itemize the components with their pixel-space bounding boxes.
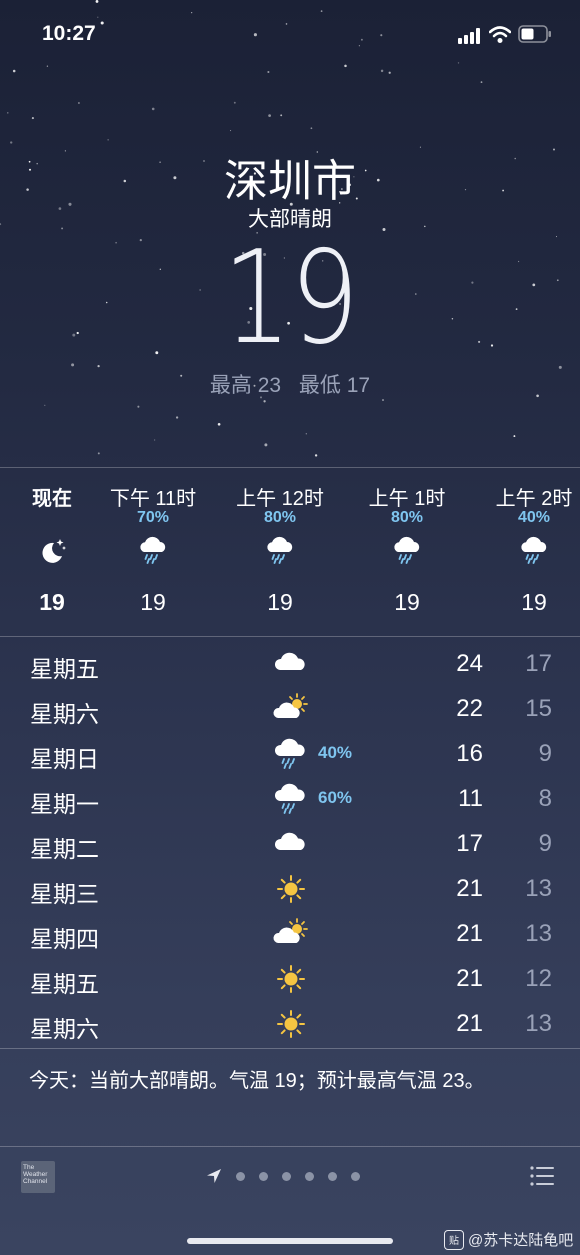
page-dot (259, 1171, 268, 1181)
page-dot (351, 1171, 360, 1181)
hour-precip: 80% (263, 509, 297, 526)
watermark-text: @苏卡达陆龟吧 (468, 1232, 574, 1249)
day-name: 星期六 (30, 1016, 99, 1042)
hour-temp: 19 (521, 589, 547, 615)
daily-row: 星期五 24 17 (0, 642, 580, 687)
today-summary: 今天：当前大部晴朗。气温 19；预计最高气温 23。 (29, 1070, 485, 1092)
watermark-badge: 贴 (444, 1229, 464, 1250)
day-high: 21 (456, 875, 483, 902)
daily-row: 星期四 21 13 (0, 912, 580, 957)
hour-precip: 40% (517, 509, 551, 526)
day-low: 17 (525, 650, 552, 677)
status-time: 10:27 (42, 22, 96, 45)
day-high: 21 (456, 965, 483, 992)
cloud-icon (274, 652, 305, 670)
day-name: 星期二 (30, 836, 99, 862)
sun-icon (277, 1010, 305, 1038)
day-low: 9 (538, 830, 552, 857)
rain-cloud-icon (274, 737, 306, 769)
rain-cloud-icon (267, 536, 293, 564)
day-name: 星期四 (30, 926, 99, 952)
page-indicator[interactable] (206, 1168, 360, 1184)
hour-label: 上午 2时 (495, 488, 573, 510)
partly-sunny-icon (273, 693, 308, 719)
home-indicator[interactable] (187, 1238, 393, 1244)
hour-label: 上午 12时 (236, 488, 324, 510)
wifi-icon (489, 26, 511, 43)
day-name: 星期六 (30, 701, 99, 727)
watermark: 贴 @苏卡达陆龟吧 (444, 1229, 573, 1250)
cloud-icon (274, 832, 305, 850)
hour-label: 上午 1时 (368, 488, 446, 510)
moon-stars-icon (42, 539, 66, 563)
battery-icon (518, 25, 551, 43)
status-bar: 10:27 (0, 0, 580, 70)
daily-row: 星期五 21 12 (0, 957, 580, 1002)
day-precip: 40% (318, 743, 353, 762)
city-name: 深圳市 (224, 157, 356, 206)
day-low: 12 (525, 965, 552, 992)
city-list-icon[interactable] (529, 1165, 555, 1187)
day-high: 24 (456, 650, 483, 677)
day-high: 11 (458, 785, 483, 812)
hour-temp: 19 (394, 589, 420, 615)
day-high: 21 (456, 1010, 483, 1037)
rain-cloud-icon (394, 536, 420, 564)
day-low: 13 (525, 875, 552, 902)
rain-cloud-icon (274, 782, 306, 814)
daily-row: 星期六 21 13 (0, 1002, 580, 1047)
day-high: 17 (456, 830, 483, 857)
high-temperature: 最高 23 (209, 374, 282, 397)
day-name: 星期日 (30, 746, 99, 772)
hour-temp: 19 (267, 589, 293, 615)
day-high: 22 (456, 695, 483, 722)
day-precip: 60% (318, 788, 353, 807)
day-low: 13 (525, 920, 552, 947)
day-name: 星期五 (30, 971, 99, 997)
day-high: 21 (456, 920, 483, 947)
location-arrow-icon (207, 1169, 221, 1183)
daily-row: 星期六 22 15 (0, 687, 580, 732)
day-low: 15 (525, 695, 552, 722)
day-low: 8 (538, 785, 552, 812)
rain-cloud-icon (140, 536, 166, 564)
hour-temp: 19 (140, 589, 166, 615)
page-dot (282, 1171, 291, 1181)
daily-row: 星期三 21 13 (0, 867, 580, 912)
hour-precip: 80% (390, 509, 424, 526)
page-dot (328, 1171, 337, 1181)
day-name: 星期五 (30, 656, 99, 682)
daily-row: 星期一 60% 11 8 (0, 777, 580, 822)
sun-icon (277, 965, 305, 993)
divider (0, 1048, 580, 1049)
low-temperature: 最低 17 (298, 374, 371, 397)
cellular-signal-icon (458, 28, 480, 44)
daily-forecast[interactable]: 星期五 24 17 星期六 22 15 星期日 40% 16 9 星期一 60%… (0, 642, 580, 1047)
page-dot (236, 1171, 245, 1181)
page-dot (305, 1171, 314, 1181)
day-low: 13 (525, 1010, 552, 1037)
day-high: 16 (456, 740, 483, 767)
hour-label: 下午 11时 (109, 488, 197, 510)
sun-icon (277, 875, 305, 903)
day-low: 9 (538, 740, 552, 767)
hourly-forecast[interactable]: 现在 19 下午 11时 70% 19 上午 12时 80% 19 上午 1时 … (0, 468, 580, 636)
partly-sunny-icon (273, 918, 308, 944)
day-name: 星期一 (30, 791, 99, 817)
daily-row: 星期二 17 9 (0, 822, 580, 867)
day-name: 星期三 (30, 881, 99, 907)
high-low: 最高 23 最低 17 (0, 369, 580, 399)
divider (0, 636, 580, 637)
hour-precip: 70% (136, 509, 170, 526)
current-temperature: 19 (222, 224, 359, 373)
daily-row: 星期日 40% 16 9 (0, 732, 580, 777)
rain-cloud-icon (521, 536, 547, 564)
weather-channel-logo[interactable]: The Weather Channel (21, 1161, 55, 1193)
